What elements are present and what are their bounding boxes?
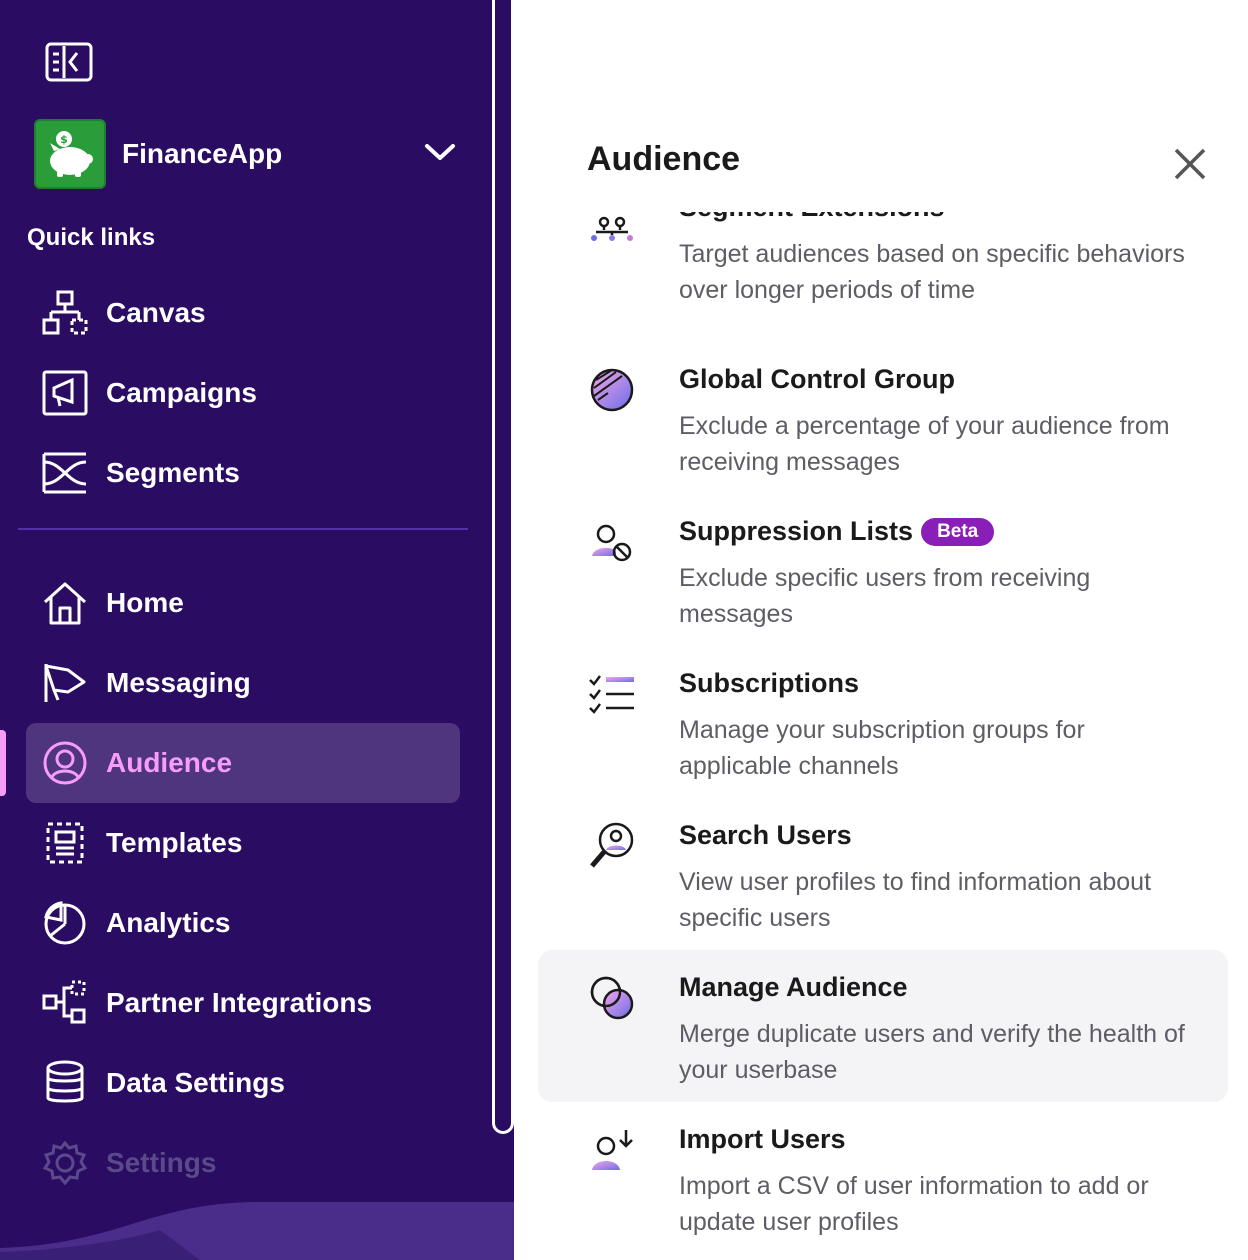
menu-item-description: Import a CSV of user information to add …	[679, 1172, 1149, 1236]
quick-links-heading: Quick links	[27, 224, 156, 251]
menu-item-description: Exclude a percentage of your audience fr…	[679, 412, 1170, 476]
workspace-switcher[interactable]: $ FinanceApp	[34, 119, 460, 189]
sidebar-footer-decoration	[0, 1202, 514, 1260]
audience-icon	[42, 740, 88, 786]
sidebar-item-campaigns[interactable]: Campaigns	[26, 353, 460, 433]
sidebar-item-analytics[interactable]: Analytics	[26, 883, 460, 963]
menu-item-title: Suppression Lists Beta	[679, 516, 995, 547]
collapse-sidebar-button[interactable]	[44, 42, 94, 86]
audience-panel: Audience Target audiences based on speci…	[514, 0, 1248, 1260]
audience-menu-list: Segment Extensions Target audiences base…	[514, 212, 1248, 1260]
sidebar-item-label: Partner Integrations	[106, 987, 373, 1018]
partner-integrations-icon	[42, 980, 88, 1026]
sidebar-item-label: Settings	[106, 1147, 217, 1178]
subscriptions-icon	[586, 668, 638, 720]
menu-item-title: Subscriptions	[679, 668, 860, 698]
beta-badge: Beta	[921, 517, 995, 546]
sidebar-item-label: Templates	[106, 827, 243, 858]
suppression-lists-icon	[586, 516, 638, 568]
sidebar-item-partner-integrations[interactable]: Partner Integrations	[26, 963, 460, 1043]
data-settings-icon	[42, 1060, 88, 1106]
segment-extensions-icon	[586, 212, 638, 244]
canvas-icon	[42, 290, 88, 336]
menu-item-title: Global Control Group	[679, 364, 955, 394]
sidebar-item-label: Home	[106, 587, 184, 618]
sidebar-item-label: Segments	[106, 457, 240, 488]
import-users-icon	[586, 1124, 638, 1176]
menu-item-title: Search Users	[679, 820, 852, 850]
sidebar-item-home[interactable]: Home	[26, 563, 460, 643]
sidebar-divider	[18, 528, 468, 530]
menu-item-title: Manage Audience	[679, 972, 908, 1002]
menu-item-title: Segment Extensions	[679, 212, 945, 223]
menu-item-description: Exclude specific users from receiving me…	[679, 564, 1091, 628]
settings-icon	[42, 1140, 88, 1186]
app-logo: $	[34, 119, 106, 189]
sidebar-item-label: Campaigns	[106, 377, 257, 408]
home-icon	[42, 580, 88, 626]
sidebar-item-canvas[interactable]: Canvas	[26, 273, 460, 353]
manage-audience-icon	[586, 972, 638, 1024]
sidebar-item-messaging[interactable]: Messaging	[26, 643, 460, 723]
workspace-name: FinanceApp	[122, 138, 283, 169]
close-button[interactable]	[1170, 146, 1210, 186]
menu-item-global-control-group[interactable]: Global Control Group Exclude a percentag…	[538, 342, 1228, 494]
active-indicator	[0, 730, 6, 796]
analytics-icon	[42, 900, 88, 946]
menu-item-search-users[interactable]: Search Users View user profiles to find …	[538, 798, 1228, 950]
panel-title: Audience	[587, 140, 741, 178]
menu-item-description: Manage your subscription groups for appl…	[679, 716, 1085, 780]
templates-icon	[42, 820, 88, 866]
menu-item-description: View user profiles to find information a…	[679, 868, 1152, 932]
menu-item-suppression-lists[interactable]: Suppression Lists Beta Exclude specific …	[538, 494, 1228, 646]
global-control-group-icon	[586, 364, 638, 416]
sidebar-item-label: Canvas	[106, 297, 206, 328]
sidebar-item-label: Audience	[106, 747, 233, 778]
svg-text:$: $	[60, 133, 68, 146]
sidebar-item-label: Messaging	[106, 667, 251, 698]
menu-item-description: Merge duplicate users and verify the hea…	[679, 1020, 1185, 1084]
sidebar-item-templates[interactable]: Templates	[26, 803, 460, 883]
sidebar-item-segments[interactable]: Segments	[26, 433, 460, 513]
campaigns-icon	[42, 370, 88, 416]
menu-item-description: Target audiences based on specific behav…	[679, 240, 1185, 304]
sidebar-scrollbar[interactable]	[492, 0, 514, 1134]
menu-item-import-users[interactable]: Import Users Import a CSV of user inform…	[538, 1102, 1228, 1254]
menu-item-subscriptions[interactable]: Subscriptions Manage your subscription g…	[538, 646, 1228, 798]
menu-item-title: Import Users	[679, 1124, 846, 1154]
sidebar-item-audience[interactable]: Audience	[26, 723, 460, 803]
collapse-sidebar-icon	[45, 42, 93, 87]
sidebar-item-settings[interactable]: Settings	[26, 1123, 460, 1203]
menu-item-segment-extensions[interactable]: Segment Extensions Target audiences base…	[538, 212, 1228, 322]
segments-icon	[42, 450, 88, 496]
search-users-icon	[586, 820, 638, 872]
menu-item-manage-audience[interactable]: Manage Audience Merge duplicate users an…	[538, 950, 1228, 1102]
sidebar: $ FinanceApp Quick links Canvas Campaign…	[0, 0, 514, 1260]
sidebar-item-label: Analytics	[106, 907, 231, 938]
sidebar-item-label: Data Settings	[106, 1067, 285, 1098]
chevron-down-icon	[424, 142, 456, 167]
close-icon	[1173, 147, 1207, 186]
sidebar-item-data-settings[interactable]: Data Settings	[26, 1043, 460, 1123]
messaging-icon	[42, 660, 88, 706]
